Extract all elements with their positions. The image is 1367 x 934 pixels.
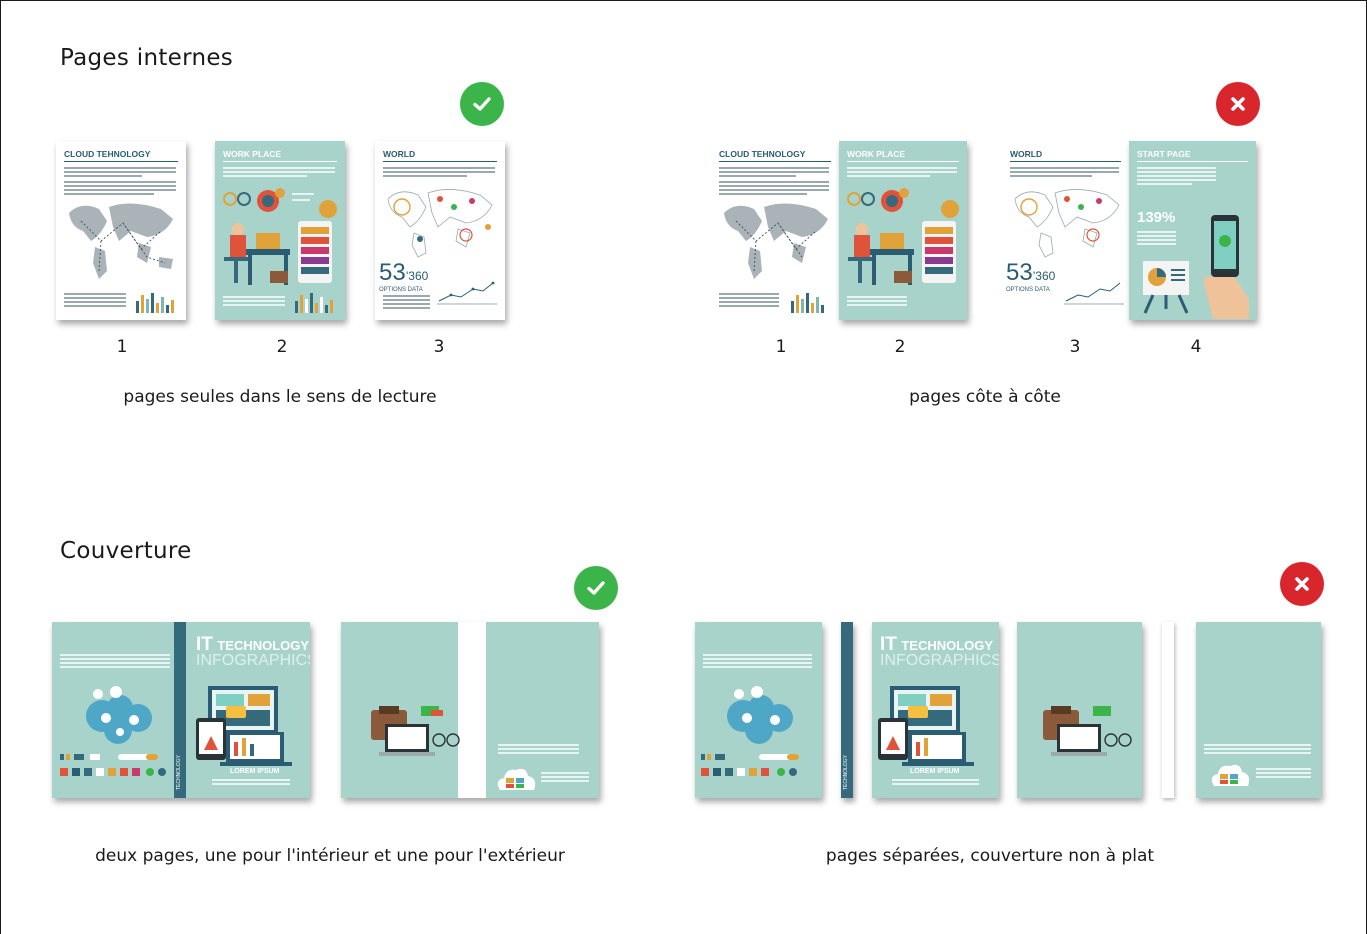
thumbnail-workplace-page: WORK PLACE [215,141,345,320]
thumbnail-world-page: WORLD 53 '360 OPTIONS DATA [1002,141,1129,320]
toolbar-icons [60,754,166,776]
world-map-icon [387,189,493,258]
cloud-network-icon [86,686,152,744]
cover-inner-spine-page [1162,622,1174,798]
cover-front-page: IT TECHNOLOGY INFOGRAPHICS LOREM IPSUM [872,622,999,798]
section-heading-cover: Couverture [60,538,192,564]
page-title: WORK PLACE [223,149,282,159]
bar-chart-icon [136,293,174,313]
cover-inner-spine [458,622,486,798]
check-icon [460,82,504,126]
caption-cover-bad: pages séparées, couverture non à plat [825,846,1155,866]
cover-inside-back-page [1196,622,1321,798]
thumbnail-workplace-page: WORK PLACE [839,141,967,320]
cover-lorem: LOREM IPSUM [910,768,960,775]
cover-lorem: LOREM IPSUM [230,768,280,775]
toolbar-icons [701,754,799,776]
cover-subtitle: INFOGRAPHICS [880,652,999,669]
check-icon [574,566,618,610]
page-number: 2 [276,337,288,357]
laptop-bag-illustration [371,706,460,756]
thumbnail-cloud-page: CLOUD TEHNOLOGY [56,141,186,320]
workplace-illustration [224,221,332,285]
page-number: 3 [1069,337,1081,357]
page-title: WORLD [1010,149,1043,159]
cover-inside-front-page [1017,622,1142,798]
caption-inner-bad: pages côte à côte [909,387,1061,407]
page-title: WORLD [383,149,416,159]
page-number: 1 [116,337,128,357]
page-number: 4 [1190,337,1202,357]
line-chart-icon [1064,282,1124,305]
page-number: 2 [894,337,906,357]
page-title: WORK PLACE [847,149,906,159]
thumbnail-cloud-page: CLOUD TEHNOLOGY [711,141,839,320]
section-heading-inner: Pages internes [60,45,234,71]
page-title: CLOUD TEHNOLOGY [719,149,806,159]
caption-inner-ok: pages seules dans le sens de lecture [123,387,437,407]
world-map-icon [724,203,828,279]
thumbnail-start-page: START PAGE 139% [1129,141,1256,320]
stat-value: 53 [1006,259,1033,286]
cross-icon [1216,82,1260,126]
cloud-icon [497,768,536,790]
page-number: 1 [775,337,787,357]
cover-spine-page: TECHNOLOGY [841,622,853,798]
stat-value: 53 [379,259,406,286]
bar-chart-icon [295,293,333,313]
cover-subtitle: INFOGRAPHICS [196,652,310,669]
stat-sub: '360 [406,269,429,283]
laptop-bag-illustration [1043,706,1132,756]
workplace-illustration [848,221,956,285]
stat-label: OPTIONS DATA [379,287,423,293]
phone-presentation-illustration [1143,215,1249,319]
bar-chart-icon [791,293,824,313]
cross-icon [1280,562,1324,606]
page-title: CLOUD TEHNOLOGY [64,149,151,159]
world-map-icon [69,203,173,279]
stat-sub: '360 [1033,269,1056,283]
cloud-network-icon [727,686,793,744]
page-number: 3 [433,337,445,357]
devices-illustration [878,686,974,766]
stat-label: OPTIONS DATA [1006,287,1050,293]
spine-label: TECHNOLOGY [176,754,182,790]
page-title: START PAGE [1137,149,1191,159]
cover-inner-spread [341,622,599,798]
cloud-icon [1211,764,1250,786]
cover-back-page [695,622,822,798]
spine-label: TECHNOLOGY [843,754,849,790]
caption-cover-ok: deux pages, une pour l'intérieur et une … [95,846,565,866]
world-map-icon [1014,189,1120,258]
devices-illustration [196,686,292,766]
thumbnail-world-page: WORLD 53 '360 OPTIONS DATA [375,141,505,320]
cover-outer-spread: TECHNOLOGY IT TECHNOLOGY INFOGRAPHICS LO… [52,622,310,798]
line-chart-icon [437,281,497,305]
